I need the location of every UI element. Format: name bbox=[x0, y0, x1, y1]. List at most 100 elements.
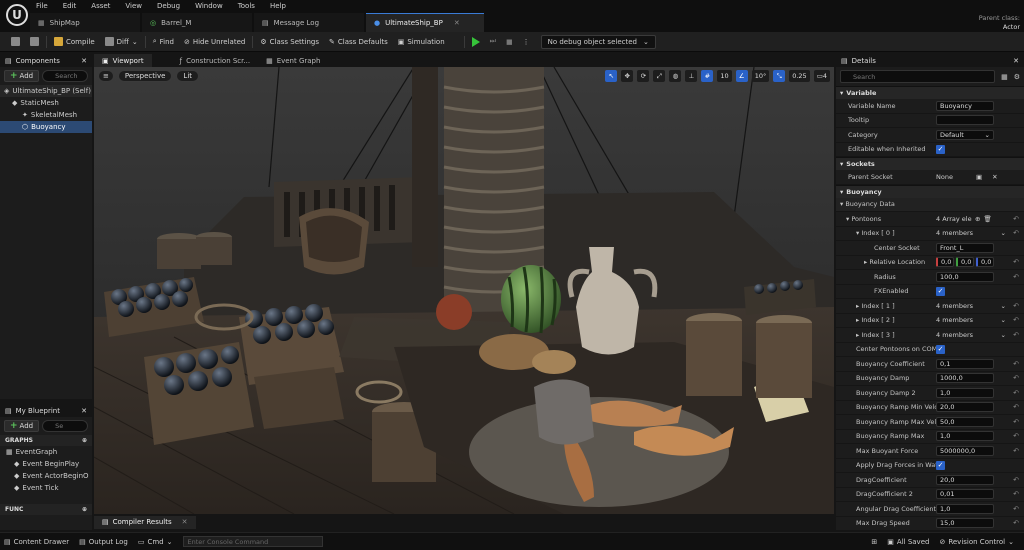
reset-icon[interactable]: ↶ bbox=[1013, 447, 1019, 455]
find-button[interactable]: ⌕ Find bbox=[148, 34, 179, 50]
reset-icon[interactable]: ↶ bbox=[1013, 432, 1019, 440]
property-input[interactable]: 50,0 bbox=[936, 416, 994, 427]
compile-button[interactable]: Compile bbox=[49, 34, 100, 50]
camera-speed[interactable]: ▭ 4 bbox=[813, 70, 830, 82]
reset-icon[interactable]: ↶ bbox=[1013, 273, 1019, 281]
tree-item-buoyancy[interactable]: ⬡ Buoyancy bbox=[0, 121, 92, 133]
rotation-snap-icon[interactable]: ∠ bbox=[735, 70, 748, 82]
viewport[interactable]: ≡ Perspective Lit ↖ ✥ ⟳ ⤢ ◍ ⊥ # 10 ∠ 10°… bbox=[94, 67, 834, 514]
menu-asset[interactable]: Asset bbox=[91, 2, 110, 10]
event-graph-item[interactable]: ▦ EventGraph bbox=[0, 446, 92, 458]
tab-shipmap[interactable]: ▦ ShipMap bbox=[30, 13, 140, 32]
reset-icon[interactable]: ↶ bbox=[1013, 331, 1019, 339]
add-function-icon[interactable]: ⊕ bbox=[82, 506, 87, 513]
reset-icon[interactable]: ↶ bbox=[1013, 389, 1019, 397]
scale-size[interactable]: 0.25 bbox=[789, 70, 810, 82]
chevron-down-icon[interactable]: ⌄ bbox=[1001, 316, 1006, 324]
property-checkbox[interactable]: ✓ bbox=[936, 460, 945, 470]
property-input[interactable]: 20,0 bbox=[936, 474, 994, 485]
section-buoyancy[interactable]: ▾ Buoyancy bbox=[836, 184, 1024, 198]
reset-icon[interactable]: ↶ bbox=[1013, 490, 1019, 498]
tab-event-graph[interactable]: ▦ Event Graph bbox=[258, 54, 328, 67]
close-icon[interactable]: ✕ bbox=[81, 407, 87, 415]
reset-icon[interactable]: ↶ bbox=[1013, 302, 1019, 310]
reset-icon[interactable]: ↶ bbox=[1013, 418, 1019, 426]
add-element-icon[interactable]: ⊕ bbox=[975, 215, 980, 223]
tab-ultimateship-bp[interactable]: ● UltimateShip_BP ✕ bbox=[366, 13, 484, 32]
row-index-3[interactable]: ▸ Index [ 3 ] 4 members ⌄ ↶ bbox=[836, 328, 1024, 343]
radius-input[interactable]: 100,0 bbox=[936, 271, 994, 282]
viewport-menu-button[interactable]: ≡ bbox=[98, 70, 114, 82]
reset-icon[interactable]: ↶ bbox=[1013, 215, 1019, 223]
hide-unrelated-button[interactable]: ⊘ Hide Unrelated bbox=[179, 34, 250, 50]
translate-tool-icon[interactable]: ✥ bbox=[621, 70, 634, 82]
location-x-input[interactable]: 0,0 bbox=[936, 257, 954, 268]
settings-icon[interactable]: ⚙ bbox=[1014, 73, 1020, 81]
rotation-size[interactable]: 10° bbox=[751, 70, 770, 82]
add-graph-icon[interactable]: ⊕ bbox=[82, 437, 87, 444]
save-button[interactable] bbox=[6, 34, 25, 50]
grid-size[interactable]: 10 bbox=[717, 70, 732, 82]
scale-snap-icon[interactable]: ⤡ bbox=[773, 70, 786, 82]
menu-file[interactable]: File bbox=[36, 2, 48, 10]
console-input[interactable]: Enter Console Command bbox=[182, 536, 323, 547]
menu-tools[interactable]: Tools bbox=[238, 2, 255, 10]
row-index-0[interactable]: ▾ Index [ 0 ] 4 members ⌄ ↶ bbox=[836, 227, 1024, 241]
chevron-down-icon[interactable]: ⌄ bbox=[1001, 331, 1006, 339]
reset-icon[interactable]: ↶ bbox=[1013, 476, 1019, 484]
chevron-down-icon[interactable]: ⌄ bbox=[1001, 302, 1006, 310]
options-button[interactable]: ⋮ bbox=[518, 34, 535, 50]
editable-checkbox[interactable]: ✓ bbox=[936, 144, 945, 154]
grid-snap-icon[interactable]: # bbox=[701, 70, 714, 82]
functions-category[interactable]: FUNC ⊕ bbox=[0, 504, 92, 515]
close-icon[interactable]: ✕ bbox=[454, 19, 460, 27]
center-socket-input[interactable]: Front_L bbox=[936, 242, 994, 253]
section-variable[interactable]: ▾ Variable bbox=[836, 86, 1024, 99]
menu-edit[interactable]: Edit bbox=[63, 2, 77, 10]
location-y-input[interactable]: 0,0 bbox=[956, 257, 974, 268]
scale-tool-icon[interactable]: ⤢ bbox=[653, 70, 666, 82]
property-checkbox[interactable]: ✓ bbox=[936, 344, 945, 354]
step-button[interactable]: ⏭ bbox=[485, 34, 501, 50]
category-dropdown[interactable]: Default ⌄ bbox=[936, 129, 994, 140]
reset-icon[interactable]: ↶ bbox=[1013, 374, 1019, 382]
tab-barrel-m[interactable]: ◎ Barrel_M bbox=[142, 13, 252, 32]
property-input[interactable]: 5000000,0 bbox=[936, 445, 994, 456]
folder-icon[interactable]: ▣ bbox=[976, 173, 982, 181]
reset-icon[interactable]: ↶ bbox=[1013, 505, 1019, 513]
menu-view[interactable]: View bbox=[125, 2, 142, 10]
menu-help[interactable]: Help bbox=[270, 2, 286, 10]
play-button[interactable] bbox=[467, 34, 485, 50]
rotate-tool-icon[interactable]: ⟳ bbox=[637, 70, 650, 82]
tree-item-root[interactable]: ◈ UltimateShip_BP (Self) bbox=[0, 85, 92, 97]
tree-item-skeletalmesh[interactable]: ✦ SkeletalMesh bbox=[0, 109, 92, 121]
row-index-1[interactable]: ▸ Index [ 1 ] 4 members ⌄ ↶ bbox=[836, 299, 1024, 314]
reset-icon[interactable]: ↶ bbox=[1013, 360, 1019, 368]
browse-button[interactable] bbox=[25, 34, 44, 50]
tab-construction-script[interactable]: ƒ Construction Scr... bbox=[172, 54, 258, 67]
chevron-down-icon[interactable]: ⌄ bbox=[1001, 229, 1006, 237]
select-tool-icon[interactable]: ↖ bbox=[605, 70, 618, 82]
details-search-input[interactable]: Search bbox=[840, 70, 996, 83]
row-pontoons[interactable]: ▾ Pontoons 4 Array elements⊕🗑 ↶ bbox=[836, 212, 1024, 227]
class-settings-button[interactable]: ⚙ Class Settings bbox=[255, 34, 324, 50]
lit-button[interactable]: Lit bbox=[176, 70, 200, 82]
content-drawer-button[interactable]: ▤ Content Drawer bbox=[4, 538, 69, 546]
add-component-button[interactable]: + Add bbox=[4, 70, 40, 82]
simulation-button[interactable]: ▣ Simulation bbox=[393, 34, 450, 50]
event-actorbegin-item[interactable]: ◆ Event ActorBeginO bbox=[0, 470, 92, 482]
perspective-button[interactable]: Perspective bbox=[117, 70, 173, 82]
surface-snap-icon[interactable]: ⊥ bbox=[685, 70, 698, 82]
tree-item-staticmesh[interactable]: ◆ StaticMesh bbox=[0, 97, 92, 109]
all-saved-indicator[interactable]: ▣ All Saved bbox=[887, 538, 929, 546]
property-input[interactable]: 20,0 bbox=[936, 402, 994, 413]
diff-button[interactable]: Diff ⌄ bbox=[100, 34, 143, 50]
close-icon[interactable]: ✕ bbox=[182, 518, 188, 526]
property-input[interactable]: 15,0 bbox=[936, 518, 994, 529]
row-index-2[interactable]: ▸ Index [ 2 ] 4 members ⌄ ↶ bbox=[836, 314, 1024, 328]
output-log-button[interactable]: ▤ Output Log bbox=[79, 538, 128, 546]
close-icon[interactable]: ✕ bbox=[81, 57, 87, 65]
reset-icon[interactable]: ↶ bbox=[1013, 519, 1019, 527]
section-sockets[interactable]: ▾ Sockets bbox=[836, 157, 1024, 170]
property-input[interactable]: 1,0 bbox=[936, 431, 994, 442]
